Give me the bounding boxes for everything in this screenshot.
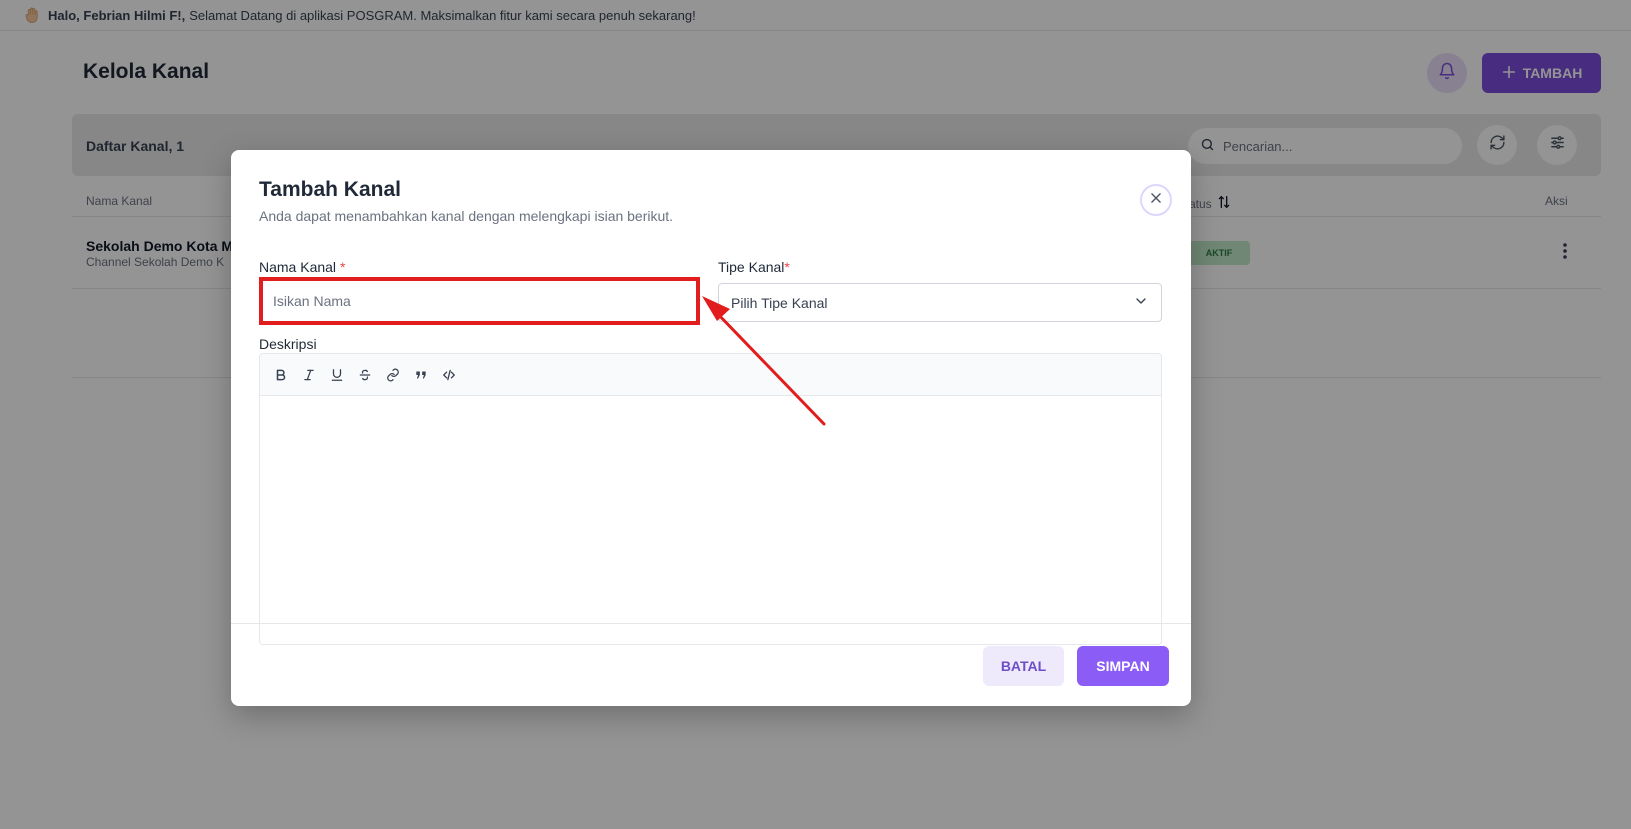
required-marker: * xyxy=(784,259,790,275)
strikethrough-icon[interactable] xyxy=(356,366,374,384)
code-icon[interactable] xyxy=(440,366,458,384)
channel-type-select[interactable]: Pilih Tipe Kanal xyxy=(718,283,1162,322)
description-label: Deskripsi xyxy=(259,336,317,352)
channel-name-label: Nama Kanal * xyxy=(259,259,345,275)
bold-icon[interactable] xyxy=(272,366,290,384)
chevron-down-icon xyxy=(1133,293,1149,312)
modal-subtitle: Anda dapat menambahkan kanal dengan mele… xyxy=(259,208,674,224)
add-channel-modal: Tambah Kanal Anda dapat menambahkan kana… xyxy=(231,150,1191,706)
quote-icon[interactable] xyxy=(412,366,430,384)
modal-close-button[interactable] xyxy=(1140,184,1172,216)
description-text-area[interactable] xyxy=(260,396,1161,644)
editor-toolbar xyxy=(260,354,1161,396)
channel-type-label-text: Tipe Kanal xyxy=(718,259,785,275)
close-icon xyxy=(1149,191,1163,210)
link-icon[interactable] xyxy=(384,366,402,384)
required-marker: * xyxy=(339,259,346,275)
channel-name-input[interactable] xyxy=(259,277,700,325)
modal-title: Tambah Kanal xyxy=(259,178,401,201)
channel-name-label-text: Nama Kanal xyxy=(259,259,337,275)
description-editor xyxy=(259,353,1162,645)
channel-type-placeholder: Pilih Tipe Kanal xyxy=(731,294,828,311)
save-button[interactable]: SIMPAN xyxy=(1077,646,1169,686)
cancel-button[interactable]: BATAL xyxy=(983,646,1064,686)
italic-icon[interactable] xyxy=(300,366,318,384)
modal-footer-divider xyxy=(231,623,1191,624)
underline-icon[interactable] xyxy=(328,366,346,384)
channel-type-label: Tipe Kanal* xyxy=(718,259,790,275)
